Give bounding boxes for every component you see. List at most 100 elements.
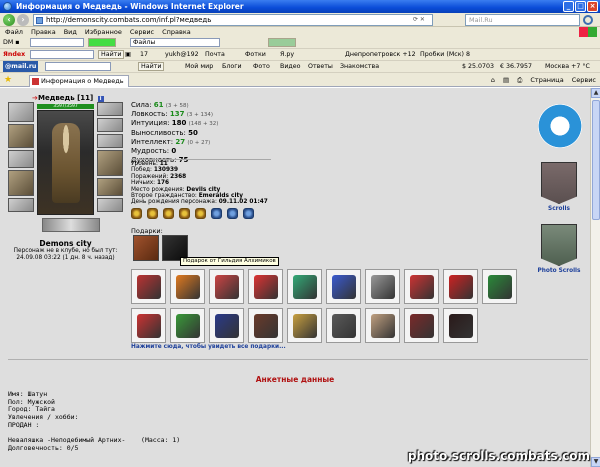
emblem-icon[interactable]: [227, 208, 238, 219]
photos-link[interactable]: Фотки: [245, 49, 266, 60]
user-link[interactable]: yukh@192: [165, 49, 199, 60]
address-field[interactable]: http://demonscity.combats.com/inf.pl?мед…: [33, 14, 433, 26]
scroll-up-button[interactable]: ▲: [591, 88, 600, 98]
emblem-icon[interactable]: [211, 208, 222, 219]
page-menu[interactable]: Страница: [530, 73, 563, 87]
video-link[interactable]: Видео: [280, 61, 301, 72]
ring-slot[interactable]: [97, 198, 123, 212]
necklace-slot[interactable]: [97, 118, 123, 132]
gift-item[interactable]: [365, 269, 400, 304]
photo-link[interactable]: Фото: [253, 61, 270, 72]
search-input[interactable]: Mail.Ru: [465, 14, 580, 26]
print-icon[interactable]: ⎙: [517, 73, 522, 87]
gift-item[interactable]: [170, 308, 205, 343]
tab-info[interactable]: Информация о Медведь: [29, 75, 129, 87]
info-value: 130939: [153, 167, 179, 174]
watermark: photo.scrolls.combats.com: [407, 449, 590, 463]
gift-item[interactable]: [287, 308, 322, 343]
gift-item[interactable]: [443, 269, 478, 304]
menu-help[interactable]: Справка: [162, 27, 191, 37]
character-avatar[interactable]: [37, 110, 94, 215]
mailru-find-button[interactable]: Найти: [138, 62, 165, 71]
search-icon[interactable]: [583, 15, 593, 25]
profile-badge-icon[interactable]: [538, 104, 582, 148]
back-button[interactable]: ‹: [3, 14, 15, 26]
earring-slot[interactable]: [97, 102, 123, 116]
gift-item[interactable]: [131, 308, 166, 343]
gift-item[interactable]: [404, 308, 439, 343]
emblem-icon[interactable]: [243, 208, 254, 219]
dating-link[interactable]: Знакомства: [340, 61, 379, 72]
emblem-icon[interactable]: [147, 208, 158, 219]
weapon-slot-right[interactable]: [97, 150, 123, 176]
gift-item[interactable]: [365, 308, 400, 343]
scroll-down-button[interactable]: ▼: [591, 457, 600, 467]
traffic-link[interactable]: Пробки (Мск) 8: [420, 49, 470, 60]
menu-file[interactable]: Файл: [5, 27, 23, 37]
scroll-thumb[interactable]: [592, 100, 600, 220]
gift-item[interactable]: [209, 269, 244, 304]
feeds-icon[interactable]: ▤: [503, 73, 509, 87]
character-name: Медведь: [38, 94, 75, 102]
vertical-scrollbar[interactable]: ▲ ▼: [590, 88, 600, 467]
gift-book-icon[interactable]: [133, 235, 159, 261]
dm-extra-button[interactable]: [268, 38, 296, 47]
close-button[interactable]: ×: [587, 1, 598, 12]
mailru-search-input[interactable]: [45, 62, 111, 71]
yandex-find-button[interactable]: Найти: [98, 50, 125, 59]
gift-icon: [293, 275, 317, 299]
stat-label: Ловкость:: [131, 110, 168, 119]
home-icon[interactable]: ⌂: [491, 73, 495, 87]
gloves-slot[interactable]: [97, 134, 123, 148]
yandex-options-icon[interactable]: ▣: [125, 49, 131, 60]
yaru-link[interactable]: Я.ру: [280, 49, 294, 60]
stat-row: Интеллект: 27 (0 + 27): [131, 138, 218, 147]
gift-item[interactable]: [248, 308, 283, 343]
scrolls-link[interactable]: Scrolls: [530, 206, 588, 212]
menu-favorites[interactable]: Избранное: [85, 27, 122, 37]
emblem-icon[interactable]: [131, 208, 142, 219]
belt-slot[interactable]: [8, 198, 34, 212]
dm-search-input[interactable]: [30, 38, 84, 47]
weather-city-link[interactable]: Днепропетровск +12: [345, 49, 416, 60]
weapon-slot-left[interactable]: [8, 124, 34, 148]
refresh-icon[interactable]: ⟳ ✕: [413, 16, 431, 24]
scrolls-banner-icon[interactable]: [541, 162, 577, 204]
answers-link[interactable]: Ответы: [308, 61, 333, 72]
menu-tools[interactable]: Сервис: [130, 27, 154, 37]
count-badge[interactable]: 17: [140, 49, 148, 60]
gift-item[interactable]: [326, 308, 361, 343]
gift-item[interactable]: [131, 269, 166, 304]
gift-item[interactable]: [287, 269, 322, 304]
files-select[interactable]: Файлы: [130, 38, 220, 47]
boots-slot[interactable]: [97, 178, 123, 196]
forward-button[interactable]: ›: [17, 14, 29, 26]
emblem-icon[interactable]: [195, 208, 206, 219]
more-gifts-link[interactable]: Нажмите сюда, чтобы увидеть все подарки.…: [131, 344, 286, 350]
armor-slot[interactable]: [8, 170, 34, 196]
blogs-link[interactable]: Блоги: [222, 61, 242, 72]
gift-item[interactable]: [443, 308, 478, 343]
my-world-link[interactable]: Мой мир: [185, 61, 213, 72]
gift-item[interactable]: [170, 269, 205, 304]
dm-go-button[interactable]: [88, 38, 116, 47]
tools-menu[interactable]: Сервис: [572, 73, 596, 87]
menu-edit[interactable]: Правка: [31, 27, 56, 37]
favorites-star-icon[interactable]: ★: [4, 76, 12, 85]
gift-item[interactable]: [326, 269, 361, 304]
menu-view[interactable]: Вид: [64, 27, 77, 37]
helmet-slot[interactable]: [8, 102, 34, 122]
minimize-button[interactable]: _: [563, 1, 574, 12]
gift-item[interactable]: [482, 269, 517, 304]
emblem-icon[interactable]: [179, 208, 190, 219]
yandex-search-input[interactable]: [30, 50, 94, 59]
emblem-icon[interactable]: [163, 208, 174, 219]
gift-item[interactable]: [248, 269, 283, 304]
photo-scrolls-link[interactable]: Photo Scrolls: [530, 268, 588, 274]
maximize-button[interactable]: □: [575, 1, 586, 12]
gift-item[interactable]: [209, 308, 244, 343]
gift-item[interactable]: [404, 269, 439, 304]
photo-scrolls-banner-icon[interactable]: [541, 224, 577, 266]
mail-link[interactable]: Почта: [205, 49, 225, 60]
amulet-slot[interactable]: [8, 150, 34, 168]
